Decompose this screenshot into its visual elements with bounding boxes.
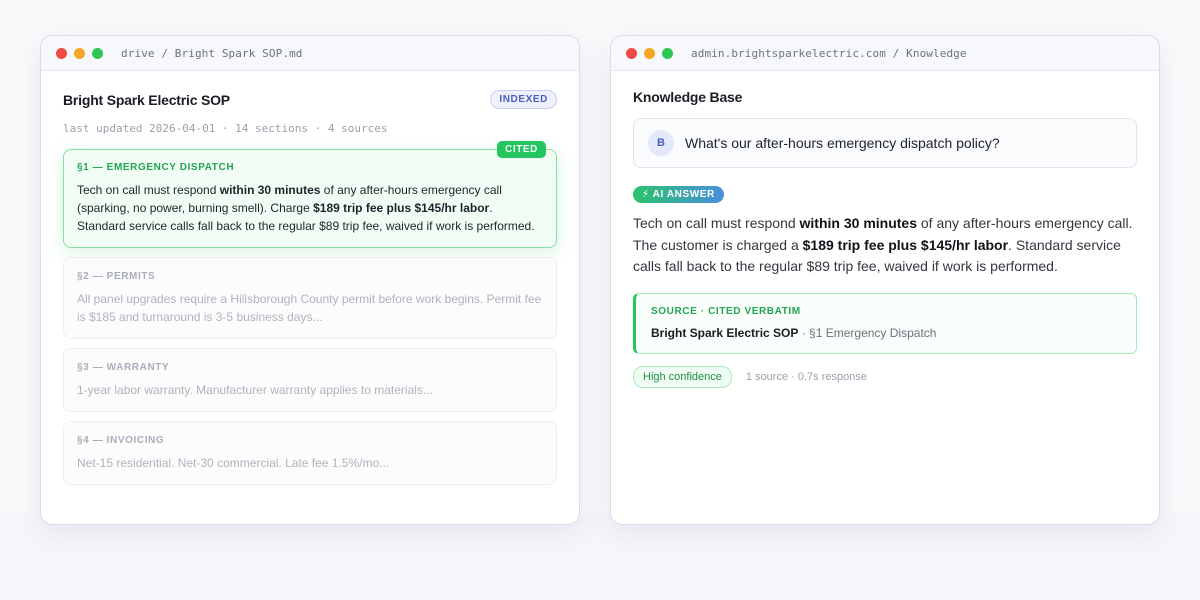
confidence-badge: High confidence bbox=[633, 365, 732, 388]
section-label: §2 — PERMITS bbox=[77, 271, 156, 282]
source-line: Bright Spark Electric SOP · §1 Emergency… bbox=[651, 326, 1121, 340]
page-title: Knowledge Base bbox=[633, 89, 743, 105]
close-window-button[interactable] bbox=[626, 47, 637, 59]
question-text: What's our after-hours emergency dispatc… bbox=[685, 135, 1000, 151]
response-meta: 1 source · 0.7s response bbox=[745, 370, 867, 383]
maximize-window-button[interactable] bbox=[662, 47, 673, 59]
url-path: admin.brightsparkelectric.com / Knowledg… bbox=[691, 46, 967, 60]
section-body: Net-15 residential. Net-30 commercial. L… bbox=[77, 456, 390, 470]
question-bubble: B What's our after-hours emergency dispa… bbox=[633, 118, 1137, 168]
avatar: B bbox=[648, 130, 674, 156]
section-label: §3 — WARRANTY bbox=[77, 362, 170, 373]
section-invoicing[interactable]: §4 — INVOICING Net-15 residential. Net-3… bbox=[63, 421, 557, 485]
section-body: All panel upgrades require a Hillsboroug… bbox=[77, 292, 542, 324]
file-path: drive / Bright Spark SOP.md bbox=[121, 46, 303, 60]
indexed-badge: INDEXED bbox=[490, 90, 557, 109]
close-window-button[interactable] bbox=[56, 47, 67, 59]
sop-document-window: drive / Bright Spark SOP.md Bright Spark… bbox=[40, 35, 580, 525]
section-emergency-dispatch[interactable]: CITED §1 — EMERGENCY DISPATCH Tech on ca… bbox=[63, 141, 557, 248]
source-citation[interactable]: SOURCE · CITED VERBATIM Bright Spark Ele… bbox=[633, 292, 1137, 354]
knowledge-base-window: admin.brightsparkelectric.com / Knowledg… bbox=[610, 35, 1160, 525]
ai-answer-badge: ⚡ AI ANSWER bbox=[633, 186, 724, 203]
document-meta: last updated 2026-04-01 · 14 sections · … bbox=[63, 122, 388, 135]
section-body: 1-year labor warranty. Manufacturer warr… bbox=[77, 383, 433, 397]
section-warranty[interactable]: §3 — WARRANTY 1-year labor warranty. Man… bbox=[63, 348, 557, 412]
ai-answer-text: Tech on call must respond within 30 minu… bbox=[633, 215, 1133, 274]
source-section: · §1 Emergency Dispatch bbox=[798, 325, 937, 340]
source-document: Bright Spark Electric SOP bbox=[651, 325, 799, 340]
section-permits[interactable]: §2 — PERMITS All panel upgrades require … bbox=[63, 257, 557, 339]
section-label: §1 — EMERGENCY DISPATCH bbox=[77, 162, 235, 173]
section-body: Tech on call must respond within 30 minu… bbox=[77, 183, 535, 233]
minimize-window-button[interactable] bbox=[74, 47, 85, 59]
minimize-window-button[interactable] bbox=[644, 47, 655, 59]
titlebar: admin.brightsparkelectric.com / Knowledg… bbox=[611, 36, 1159, 71]
section-label: §4 — INVOICING bbox=[77, 435, 165, 446]
document-title: Bright Spark Electric SOP bbox=[63, 91, 230, 108]
maximize-window-button[interactable] bbox=[92, 47, 103, 59]
cited-badge: CITED bbox=[497, 141, 546, 158]
source-label: SOURCE · CITED VERBATIM bbox=[651, 305, 801, 317]
titlebar: drive / Bright Spark SOP.md bbox=[41, 36, 579, 71]
